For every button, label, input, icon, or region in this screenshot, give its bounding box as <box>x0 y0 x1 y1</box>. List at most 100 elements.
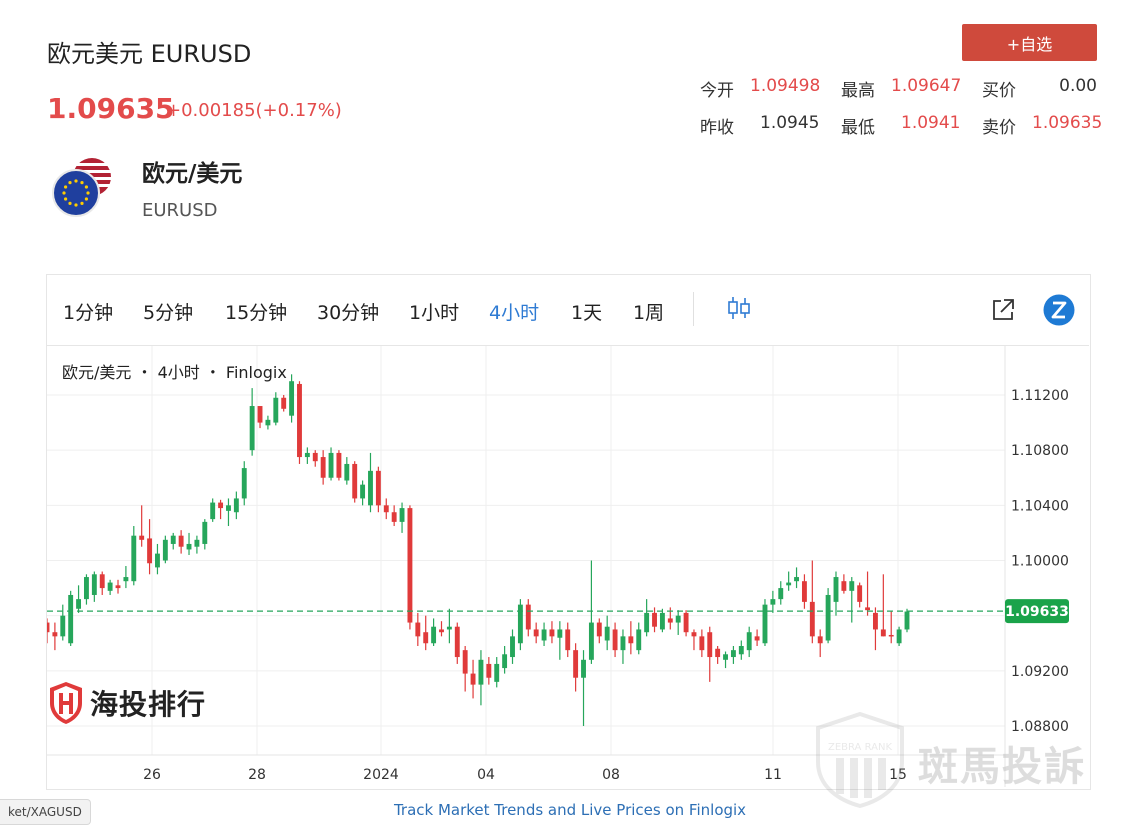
candle-body <box>872 612 878 630</box>
candle <box>320 450 326 485</box>
candle <box>549 621 555 644</box>
candle-body <box>778 588 784 600</box>
candle-body <box>439 629 444 633</box>
y-tick-label: 1.10800 <box>1011 443 1069 459</box>
candle <box>289 374 295 423</box>
tab-15min[interactable]: 15分钟 <box>225 298 287 325</box>
candle-body <box>833 577 839 602</box>
candle <box>423 615 429 651</box>
candle <box>691 629 697 651</box>
candle <box>273 392 279 426</box>
candle <box>52 622 58 651</box>
candle-body <box>84 577 89 600</box>
candle-body <box>478 659 484 685</box>
candle-body <box>573 650 579 678</box>
external-link-icon[interactable] <box>990 297 1016 323</box>
candle-body <box>565 629 571 651</box>
candle-body <box>825 594 831 641</box>
candle <box>202 519 208 550</box>
candle <box>762 599 768 647</box>
candle <box>896 626 902 647</box>
candle <box>541 622 547 647</box>
candle <box>715 646 721 664</box>
candle-body <box>233 498 239 513</box>
candle-body <box>289 381 295 416</box>
candle <box>723 651 728 669</box>
candle-body <box>510 636 515 658</box>
instrument-code: EURUSD <box>142 200 218 221</box>
candle <box>865 571 870 616</box>
candle-body <box>644 612 650 633</box>
candle-body <box>431 626 437 644</box>
candle-body <box>383 505 389 513</box>
candle <box>770 590 776 613</box>
finlogix-footer-link[interactable]: Track Market Trends and Live Prices on F… <box>0 801 1140 819</box>
candles <box>47 374 910 726</box>
finlogix-logo-icon[interactable] <box>1043 294 1075 326</box>
candle-body <box>581 659 586 678</box>
candle <box>628 621 634 655</box>
candle-body <box>249 406 255 451</box>
candle-body <box>462 650 468 674</box>
watermark-right-text: 斑馬投訴 <box>918 744 1086 790</box>
candle-body <box>218 502 224 509</box>
candlestick-type-icon[interactable] <box>726 295 752 321</box>
candle <box>76 585 82 613</box>
tab-1day[interactable]: 1天 <box>571 298 602 325</box>
watermark-badge-text: ZEBRA RANK <box>828 742 892 753</box>
candle-body <box>612 629 618 651</box>
prev-close-label: 昨收 <box>700 118 734 138</box>
x-tick-label: 08 <box>602 767 620 783</box>
candle <box>596 618 602 644</box>
candle <box>139 505 145 547</box>
candle <box>880 574 886 637</box>
candle-body <box>194 539 200 547</box>
candle-body <box>904 611 910 630</box>
candle-body <box>131 535 137 582</box>
tab-30min[interactable]: 30分钟 <box>317 298 379 325</box>
candle <box>155 543 160 575</box>
candle-body <box>723 654 728 660</box>
candle-body <box>596 622 602 637</box>
x-tick-label: 04 <box>477 767 495 783</box>
candle-body <box>801 581 807 602</box>
candle-body <box>155 553 160 568</box>
candle-body <box>502 654 508 669</box>
candle <box>478 650 484 706</box>
ask-label: 卖价 <box>982 118 1016 138</box>
candle-body <box>715 648 721 658</box>
x-tick-label: 26 <box>143 767 161 783</box>
candle <box>178 530 184 554</box>
candle-body <box>186 543 192 550</box>
candle <box>233 491 239 520</box>
candle-body <box>691 632 697 637</box>
zebra-badge-icon: ZEBRA RANK <box>816 712 904 808</box>
candle-body <box>888 634 894 637</box>
tab-5min[interactable]: 5分钟 <box>143 298 193 325</box>
tab-1min[interactable]: 1分钟 <box>63 298 113 325</box>
x-tick-label: 28 <box>248 767 266 783</box>
candle <box>525 599 531 637</box>
candle <box>281 395 287 412</box>
prev-close-value: 1.0945 <box>760 113 820 133</box>
candle <box>344 457 350 485</box>
candle-body <box>210 502 216 520</box>
tab-4hour[interactable]: 4小时 <box>489 298 539 325</box>
candle-body <box>809 601 815 637</box>
candle-body <box>675 615 681 623</box>
candle <box>841 574 847 594</box>
candle <box>312 450 318 467</box>
tab-1hour[interactable]: 1小时 <box>409 298 459 325</box>
add-watchlist-button[interactable]: +自选 <box>962 24 1097 61</box>
candle <box>817 629 823 658</box>
candle-body <box>162 539 168 561</box>
candle <box>833 571 839 616</box>
candle-body <box>817 636 823 644</box>
candle <box>383 498 389 520</box>
candle <box>297 381 302 464</box>
open-label: 今开 <box>700 81 734 101</box>
tab-1week[interactable]: 1周 <box>633 298 664 325</box>
candle <box>825 588 831 644</box>
candle-body <box>533 629 539 637</box>
candle-body <box>841 581 847 591</box>
